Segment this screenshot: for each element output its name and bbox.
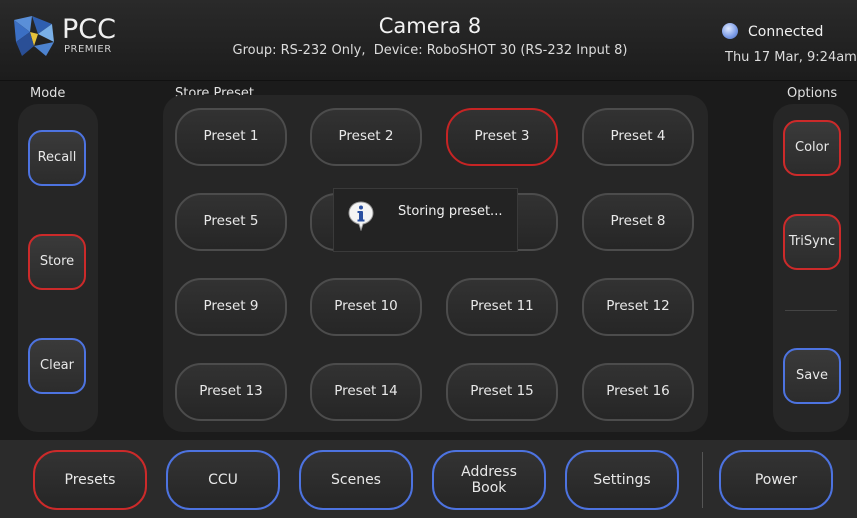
logo-text: PCC: [62, 14, 116, 45]
preset-4-button[interactable]: Preset 4: [582, 108, 694, 166]
nav-settings-button[interactable]: Settings: [565, 450, 679, 510]
header-bar: PCC PREMIER Camera 8 Group: RS-232 Only,…: [0, 0, 857, 81]
trisync-button[interactable]: TriSync: [783, 214, 841, 270]
preset-1-button[interactable]: Preset 1: [175, 108, 287, 166]
save-button[interactable]: Save: [783, 348, 841, 404]
preset-11-button[interactable]: Preset 11: [446, 278, 558, 336]
options-label: Options: [787, 86, 838, 101]
preset-10-button[interactable]: Preset 10: [310, 278, 422, 336]
clear-button[interactable]: Clear: [28, 338, 86, 394]
logo-subtext: PREMIER: [64, 44, 112, 55]
store-button[interactable]: Store: [28, 234, 86, 290]
preset-2-button[interactable]: Preset 2: [310, 108, 422, 166]
camera-title: Camera 8: [378, 14, 482, 38]
preset-9-button[interactable]: Preset 9: [175, 278, 287, 336]
nav-scenes-button[interactable]: Scenes: [299, 450, 413, 510]
info-icon: [348, 201, 374, 231]
preset-15-button[interactable]: Preset 15: [446, 363, 558, 421]
preset-5-button[interactable]: Preset 5: [175, 193, 287, 251]
color-button[interactable]: Color: [783, 120, 841, 176]
preset-8-button[interactable]: Preset 8: [582, 193, 694, 251]
pcc-logo-icon: [14, 16, 54, 56]
datetime: Thu 17 Mar, 9:24am: [725, 50, 857, 65]
preset-16-button[interactable]: Preset 16: [582, 363, 694, 421]
options-divider: [785, 310, 837, 311]
preset-12-button[interactable]: Preset 12: [582, 278, 694, 336]
mode-label: Mode: [30, 86, 66, 101]
preset-13-button[interactable]: Preset 13: [175, 363, 287, 421]
nav-address-book-button[interactable]: Address Book: [432, 450, 546, 510]
preset-14-button[interactable]: Preset 14: [310, 363, 422, 421]
nav-power-button[interactable]: Power: [719, 450, 833, 510]
storing-preset-dialog: Storing preset...: [333, 188, 518, 252]
connection-status-icon: [722, 23, 738, 39]
recall-button[interactable]: Recall: [28, 130, 86, 186]
pcc-logo: PCC PREMIER: [10, 12, 130, 62]
dialog-message: Storing preset...: [398, 204, 503, 219]
nav-presets-button[interactable]: Presets: [33, 450, 147, 510]
nav-divider: [702, 452, 703, 508]
connection-status-text: Connected: [748, 24, 824, 40]
camera-subtitle: Group: RS-232 Only, Device: RoboSHOT 30 …: [232, 43, 628, 58]
preset-3-button[interactable]: Preset 3: [446, 108, 558, 166]
nav-ccu-button[interactable]: CCU: [166, 450, 280, 510]
